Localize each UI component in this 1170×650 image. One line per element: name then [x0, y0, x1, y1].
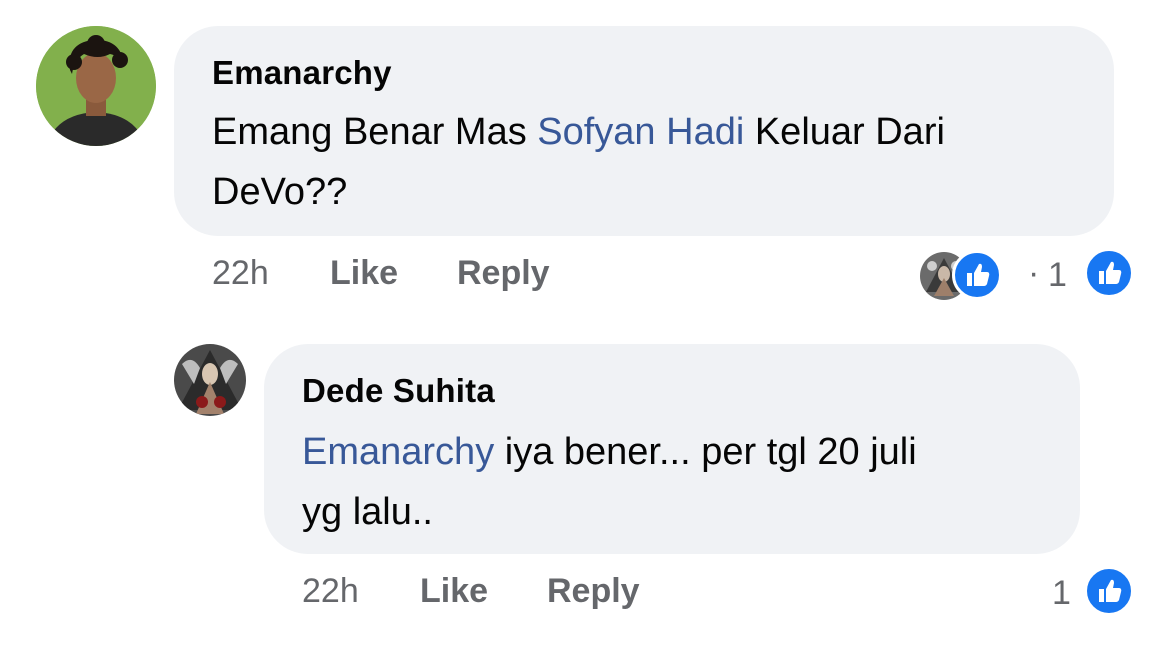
mention-link[interactable]: Emanarchy [302, 431, 494, 473]
like-button[interactable]: Like [420, 572, 488, 611]
avatar-dede-suhita[interactable] [174, 344, 246, 416]
reply-button[interactable]: Reply [457, 254, 550, 293]
reply-button[interactable]: Reply [547, 572, 640, 611]
thumbs-up-icon [1084, 248, 1134, 298]
mention-link[interactable]: Sofyan Hadi [537, 111, 744, 153]
comment-text-part: yg lalu.. [302, 491, 433, 533]
reaction-summary[interactable]: · 1 [918, 248, 1138, 302]
reaction-summary[interactable]: 1 [1050, 566, 1140, 620]
comment-author[interactable]: Dede Suhita [302, 372, 495, 410]
comment-text-part: Emang Benar Mas [212, 111, 538, 153]
thumbs-up-icon [952, 250, 1002, 300]
like-button[interactable]: Like [330, 254, 398, 293]
comment-text-part: DeVo?? [212, 171, 348, 213]
thumbs-up-icon [1084, 566, 1134, 616]
comment-author[interactable]: Emanarchy [212, 54, 392, 92]
comment-text-part: iya bener... per tgl 20 juli [494, 431, 917, 473]
reaction-count: 1 [1052, 574, 1071, 612]
comment-timestamp[interactable]: 22h [302, 572, 359, 611]
reaction-separator: · [1028, 254, 1040, 292]
comment-text: Emanarchy iya bener... per tgl 20 juli y… [302, 422, 917, 542]
comment-text: Emang Benar Mas Sofyan Hadi Keluar Dari … [212, 102, 945, 222]
avatar-emanarchy[interactable] [36, 26, 156, 146]
reaction-count: 1 [1048, 256, 1067, 294]
comment-text-part: Keluar Dari [744, 111, 945, 153]
comment-timestamp[interactable]: 22h [212, 254, 269, 293]
